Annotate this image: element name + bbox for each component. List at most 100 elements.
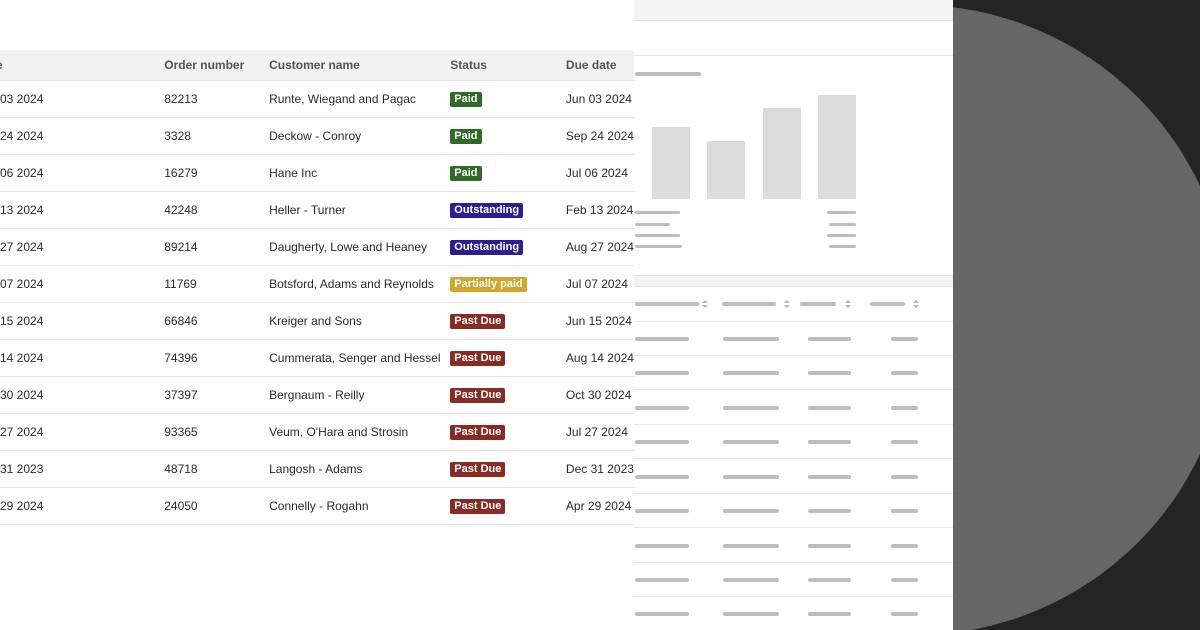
table-row[interactable]: 07 2024 11769 Botsford, Adams and Reynol… <box>0 265 634 303</box>
customer-name-cell: Cummerata, Senger and Hessel <box>269 339 451 377</box>
skeleton-divider <box>601 389 953 390</box>
due-date-cell: Jun 15 2024 <box>565 302 634 340</box>
orders-panel: e Order number Customer name Status Due … <box>0 0 634 630</box>
skeleton-divider <box>601 493 953 494</box>
skeleton-cell <box>891 612 918 616</box>
skeleton-cell <box>635 578 689 582</box>
skeleton-legend-line <box>635 245 682 248</box>
order-number-cell: 42248 <box>164 191 270 229</box>
column-header-order-number[interactable]: Order number <box>164 50 270 81</box>
skeleton-cell <box>723 509 779 513</box>
column-header-status[interactable]: Status <box>450 50 566 81</box>
status-cell: Past Due <box>450 413 566 451</box>
status-badge: Past Due <box>450 499 506 514</box>
order-number-cell: 3328 <box>164 117 270 155</box>
date-cell: 27 2024 <box>0 413 165 451</box>
customer-name-cell: Hane Inc <box>269 154 451 192</box>
skeleton-cell <box>723 440 779 444</box>
date-cell: 30 2024 <box>0 376 165 414</box>
table-row[interactable]: 06 2024 16279 Hane Inc Paid Jul 06 2024 <box>0 154 634 192</box>
status-cell: Partially paid <box>450 265 566 303</box>
order-number-cell: 93365 <box>164 413 270 451</box>
skeleton-divider <box>601 321 953 322</box>
table-row[interactable]: 27 2024 89214 Daugherty, Lowe and Heaney… <box>0 228 634 266</box>
due-date-cell: Sep 24 2024 <box>565 117 634 155</box>
status-cell: Paid <box>450 80 566 118</box>
skeleton-cell <box>723 578 779 582</box>
table-row[interactable]: 29 2024 24050 Connelly - Rogahn Past Due… <box>0 487 634 525</box>
table-row[interactable]: 13 2024 42248 Heller - Turner Outstandin… <box>0 191 634 229</box>
table-row[interactable]: 14 2024 74396 Cummerata, Senger and Hess… <box>0 339 634 377</box>
due-date-cell: Jun 03 2024 <box>565 80 634 118</box>
status-badge: Past Due <box>450 314 506 329</box>
date-cell: 31 2023 <box>0 450 165 488</box>
date-cell: 03 2024 <box>0 80 165 118</box>
due-date-cell: Jul 07 2024 <box>565 265 634 303</box>
skeleton-legend-line <box>827 211 856 214</box>
orders-table: e Order number Customer name Status Due … <box>0 50 634 525</box>
table-row[interactable]: 03 2024 82213 Runte, Wiegand and Pagac P… <box>0 80 634 118</box>
due-date-cell: Oct 30 2024 <box>565 376 634 414</box>
skeleton-header-cell <box>800 302 836 306</box>
status-badge: Partially paid <box>450 277 527 292</box>
skeleton-cell <box>723 406 779 410</box>
customer-name-cell: Botsford, Adams and Reynolds <box>269 265 451 303</box>
skeleton-cell <box>635 371 689 375</box>
customer-name-cell: Deckow - Conroy <box>269 117 451 155</box>
status-badge: Outstanding <box>450 240 524 255</box>
due-date-cell: Apr 29 2024 <box>565 487 634 525</box>
date-cell: 29 2024 <box>0 487 165 525</box>
status-cell: Past Due <box>450 487 566 525</box>
skeleton-cell <box>635 337 689 341</box>
order-number-cell: 24050 <box>164 487 270 525</box>
due-date-cell: Aug 27 2024 <box>565 228 634 266</box>
order-number-cell: 48718 <box>164 450 270 488</box>
skeleton-divider <box>601 527 953 528</box>
date-cell: 27 2024 <box>0 228 165 266</box>
skeleton-cell <box>891 337 918 341</box>
column-header-date[interactable]: e <box>0 50 165 81</box>
skeleton-cell <box>891 371 918 375</box>
column-header-due-date[interactable]: Due date <box>565 50 634 81</box>
customer-name-cell: Connelly - Rogahn <box>269 487 451 525</box>
status-badge: Paid <box>450 166 482 181</box>
table-row[interactable]: 27 2024 93365 Veum, O'Hara and Strosin P… <box>0 413 634 451</box>
skeleton-legend-line <box>635 211 680 214</box>
status-badge: Past Due <box>450 351 506 366</box>
table-row[interactable]: 30 2024 37397 Bergnaum - Reilly Past Due… <box>0 376 634 414</box>
due-date-cell: Feb 13 2024 <box>565 191 634 229</box>
skeleton-cell <box>891 406 918 410</box>
table-row[interactable]: 24 2024 3328 Deckow - Conroy Paid Sep 24… <box>0 117 634 155</box>
status-cell: Past Due <box>450 450 566 488</box>
status-cell: Paid <box>450 154 566 192</box>
skeleton-cell <box>891 509 918 513</box>
order-number-cell: 16279 <box>164 154 270 192</box>
status-cell: Past Due <box>450 339 566 377</box>
table-row[interactable]: 31 2023 48718 Langosh - Adams Past Due D… <box>0 450 634 488</box>
due-date-cell: Dec 31 2023 <box>565 450 634 488</box>
skeleton-cell <box>808 509 851 513</box>
skeleton-cell <box>635 509 689 513</box>
skeleton-cell <box>723 612 779 616</box>
customer-name-cell: Heller - Turner <box>269 191 451 229</box>
customer-name-cell: Bergnaum - Reilly <box>269 376 451 414</box>
status-cell: Past Due <box>450 376 566 414</box>
skeleton-cell <box>808 440 851 444</box>
status-badge: Outstanding <box>450 203 524 218</box>
order-number-cell: 37397 <box>164 376 270 414</box>
table-row[interactable]: 15 2024 66846 Kreiger and Sons Past Due … <box>0 302 634 340</box>
status-badge: Paid <box>450 92 482 107</box>
skeleton-legend-line <box>829 223 856 226</box>
order-number-cell: 74396 <box>164 339 270 377</box>
due-date-cell: Jul 27 2024 <box>565 413 634 451</box>
order-number-cell: 89214 <box>164 228 270 266</box>
order-number-cell: 82213 <box>164 80 270 118</box>
skeleton-bar <box>763 108 801 199</box>
column-header-customer-name[interactable]: Customer name <box>269 50 451 81</box>
skeleton-cell <box>723 371 779 375</box>
skeleton-divider <box>601 458 953 459</box>
status-badge: Past Due <box>450 388 506 403</box>
date-cell: 07 2024 <box>0 265 165 303</box>
customer-name-cell: Daugherty, Lowe and Heaney <box>269 228 451 266</box>
skeleton-cell <box>808 475 851 479</box>
